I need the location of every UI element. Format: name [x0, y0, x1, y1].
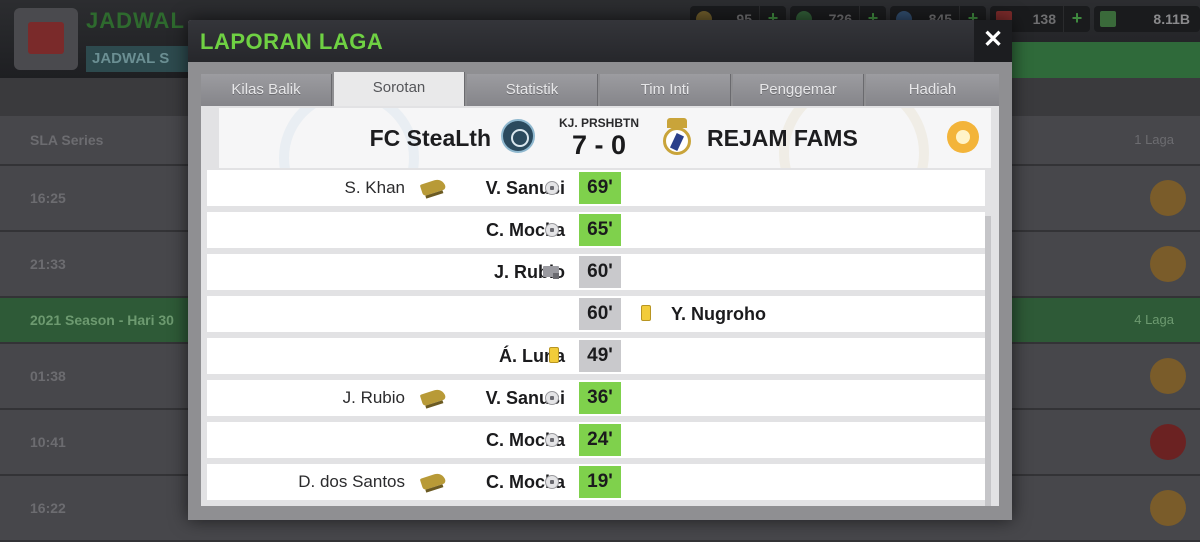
- background-title: JADWAL: [86, 8, 185, 33]
- match-icon: [1150, 246, 1186, 282]
- yellow-card-icon: [549, 347, 559, 363]
- event-minute: 60': [579, 298, 621, 330]
- goal-ball-icon: [545, 391, 559, 405]
- add-medical-button[interactable]: +: [1063, 6, 1090, 32]
- event-row: S. Khan V. Sanusi 69': [207, 170, 985, 206]
- event-row: C. Mocka 65': [207, 212, 985, 248]
- event-minute: 49': [579, 340, 621, 372]
- assist-player: J. Rubio: [342, 388, 405, 407]
- assist-boot-icon: [419, 387, 447, 407]
- event-row: J. Rubio V. Sanusi 36': [207, 380, 985, 416]
- goal-ball-icon: [545, 223, 559, 237]
- event-list[interactable]: S. Khan V. Sanusi 69' C. Mocka 65' J. Ru…: [207, 168, 985, 506]
- event-player: Y. Nugroho: [671, 304, 766, 324]
- club-logo: [14, 8, 78, 70]
- event-minute: 36': [579, 382, 621, 414]
- match-icon: [1150, 490, 1186, 526]
- tab-statistik[interactable]: Statistik: [467, 74, 598, 106]
- goal-ball-icon: [545, 433, 559, 447]
- event-minute: 65': [579, 214, 621, 246]
- event-row: 60' Y. Nugroho: [207, 296, 985, 332]
- scoreboard: FC SteaLth KJ. PRSHBTN 7 - 0 REJAM FAMS: [219, 108, 991, 168]
- yellow-card-icon: [641, 305, 651, 321]
- goal-ball-icon: [545, 475, 559, 489]
- away-team-badge-icon: [661, 118, 693, 156]
- event-minute: 19': [579, 466, 621, 498]
- match-report-dialog: LAPORAN LAGA ✕ Kilas Balik Sorotan Stati…: [188, 20, 1012, 520]
- sunny-icon: [947, 121, 979, 153]
- dialog-title: LAPORAN LAGA: [200, 29, 384, 54]
- event-row: J. Rubio 60': [207, 254, 985, 290]
- event-list-scrollbar[interactable]: [985, 216, 991, 506]
- event-minute: 60': [579, 256, 621, 288]
- match-icon: [1150, 358, 1186, 394]
- tab-bar: Kilas Balik Sorotan Statistik Tim Inti P…: [201, 72, 999, 106]
- assist-boot-icon: [419, 177, 447, 197]
- resource-cash: 8.11B: [1094, 6, 1200, 32]
- background-subtitle: JADWAL S: [86, 46, 196, 72]
- goal-ball-icon: [545, 181, 559, 195]
- event-minute: 69': [579, 172, 621, 204]
- event-row: Á. Luna 49': [207, 338, 985, 374]
- cash-icon: [1100, 11, 1116, 27]
- home-team-name: FC SteaLth: [369, 125, 491, 151]
- assist-player: D. dos Santos: [298, 472, 405, 491]
- tab-penggemar[interactable]: Penggemar: [733, 74, 864, 106]
- dialog-body: Kilas Balik Sorotan Statistik Tim Inti P…: [188, 62, 1012, 520]
- highlights-panel: FC SteaLth KJ. PRSHBTN 7 - 0 REJAM FAMS …: [201, 106, 999, 506]
- event-row: C. Mocka 24': [207, 422, 985, 458]
- close-button[interactable]: ✕: [974, 20, 1012, 62]
- match-icon: [1150, 424, 1186, 460]
- tab-tim-inti[interactable]: Tim Inti: [600, 74, 731, 106]
- dialog-header: LAPORAN LAGA ✕: [188, 20, 1012, 62]
- assist-player: S. Khan: [344, 178, 406, 197]
- tab-sorotan[interactable]: Sorotan: [334, 72, 465, 106]
- var-review-icon: [543, 266, 559, 279]
- match-icon: [1150, 180, 1186, 216]
- away-team-name: REJAM FAMS: [707, 125, 858, 151]
- tab-kilas-balik[interactable]: Kilas Balik: [201, 74, 332, 106]
- home-team-badge-icon: [501, 119, 535, 153]
- event-minute: 24': [579, 424, 621, 456]
- assist-boot-icon: [419, 471, 447, 491]
- competition-label: KJ. PRSHBTN: [558, 116, 639, 130]
- match-score: 7 - 0: [571, 130, 627, 160]
- tab-hadiah[interactable]: Hadiah: [866, 74, 999, 106]
- event-row: D. dos Santos C. Mocka 19': [207, 464, 985, 500]
- background-action-button[interactable]: [1010, 42, 1200, 78]
